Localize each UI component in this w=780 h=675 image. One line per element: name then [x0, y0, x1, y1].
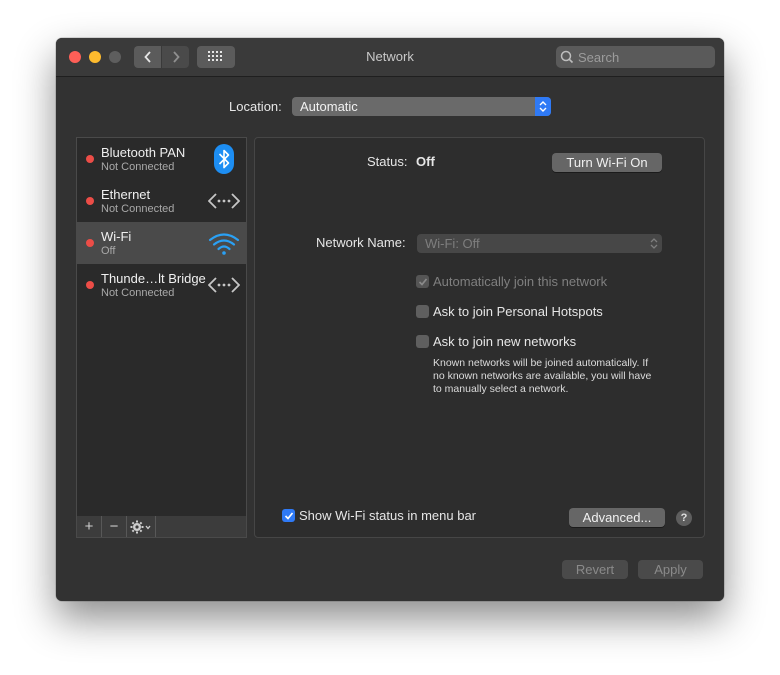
bluetooth-icon [214, 144, 234, 174]
show-wifi-status-label: Show Wi-Fi status in menu bar [299, 508, 477, 523]
status-dot [86, 239, 94, 247]
ask-new-networks-help: Known networks will be joined automatica… [433, 357, 651, 396]
location-value: Automatic [300, 99, 358, 114]
title-bar: Network [56, 38, 724, 77]
service-name: Wi-Fi [101, 229, 132, 244]
apply-button[interactable]: Apply [638, 560, 703, 579]
ask-hotspots-label: Ask to join Personal Hotspots [433, 304, 603, 319]
service-item-bluetooth-pan[interactable]: Bluetooth PAN Not Connected [77, 138, 246, 180]
service-status: Off [101, 245, 116, 257]
help-button[interactable]: ? [676, 510, 692, 526]
add-service-button[interactable]: + [77, 516, 102, 537]
network-name-value: Wi-Fi: Off [425, 236, 480, 251]
ask-hotspots-checkbox[interactable] [416, 305, 429, 318]
wifi-icon [208, 233, 240, 255]
popup-arrows-icon [535, 97, 551, 116]
checkmark-icon [418, 277, 427, 286]
status-value: Off [416, 154, 435, 169]
advanced-button[interactable]: Advanced... [569, 508, 665, 527]
thunderbolt-arrows-icon [208, 277, 240, 293]
wifi-detail-panel: Status: Off Turn Wi-Fi On Network Name: … [254, 137, 705, 538]
turn-wifi-on-button[interactable]: Turn Wi-Fi On [552, 153, 662, 172]
service-status: Not Connected [101, 161, 175, 173]
status-label: Status: [367, 154, 408, 169]
help-text-line: Known networks will be joined automatica… [433, 357, 649, 369]
show-wifi-status-checkbox[interactable] [282, 509, 295, 522]
service-status: Not Connected [101, 203, 175, 215]
auto-join-label: Automatically join this network [433, 274, 608, 289]
ask-new-networks-checkbox[interactable] [416, 335, 429, 348]
action-menu-button[interactable] [127, 516, 156, 537]
status-dot [86, 281, 94, 289]
remove-service-button[interactable]: − [102, 516, 127, 537]
status-dot [86, 155, 94, 163]
service-name: Thunde…lt Bridge [101, 271, 206, 286]
network-preferences-window: Network Location: Automatic Bluetooth PA… [56, 38, 724, 601]
gear-icon [130, 520, 151, 533]
help-text-line: no known networks are available, you wil… [433, 370, 652, 382]
auto-join-checkbox[interactable] [416, 275, 429, 288]
service-item-wifi[interactable]: Wi-Fi Off [77, 222, 246, 264]
service-status: Not Connected [101, 287, 175, 299]
service-name: Ethernet [101, 187, 151, 202]
service-item-ethernet[interactable]: Ethernet Not Connected [77, 180, 246, 222]
ethernet-arrows-icon [208, 193, 240, 209]
service-item-thunderbolt-bridge[interactable]: Thunde…lt Bridge Not Connected [77, 264, 246, 306]
help-text-line: to manually select a network. [433, 383, 569, 395]
search-field[interactable] [556, 46, 715, 68]
ask-new-networks-label: Ask to join new networks [433, 334, 577, 349]
network-name-label: Network Name: [316, 235, 406, 250]
checkmark-icon [284, 511, 293, 520]
location-popup[interactable]: Automatic [292, 97, 551, 116]
network-name-popup[interactable]: Wi-Fi: Off [417, 234, 662, 253]
status-dot [86, 197, 94, 205]
revert-button[interactable]: Revert [562, 560, 628, 579]
service-list: Bluetooth PAN Not Connected Ethernet Not… [76, 137, 247, 518]
plus-icon: + [84, 518, 94, 535]
service-name: Bluetooth PAN [101, 145, 186, 160]
search-icon [560, 50, 574, 64]
minus-icon: − [109, 518, 119, 535]
search-input[interactable] [578, 49, 698, 65]
service-list-toolbar: + − [76, 516, 247, 538]
location-label: Location: [229, 99, 282, 114]
popup-arrows-icon [650, 238, 658, 249]
